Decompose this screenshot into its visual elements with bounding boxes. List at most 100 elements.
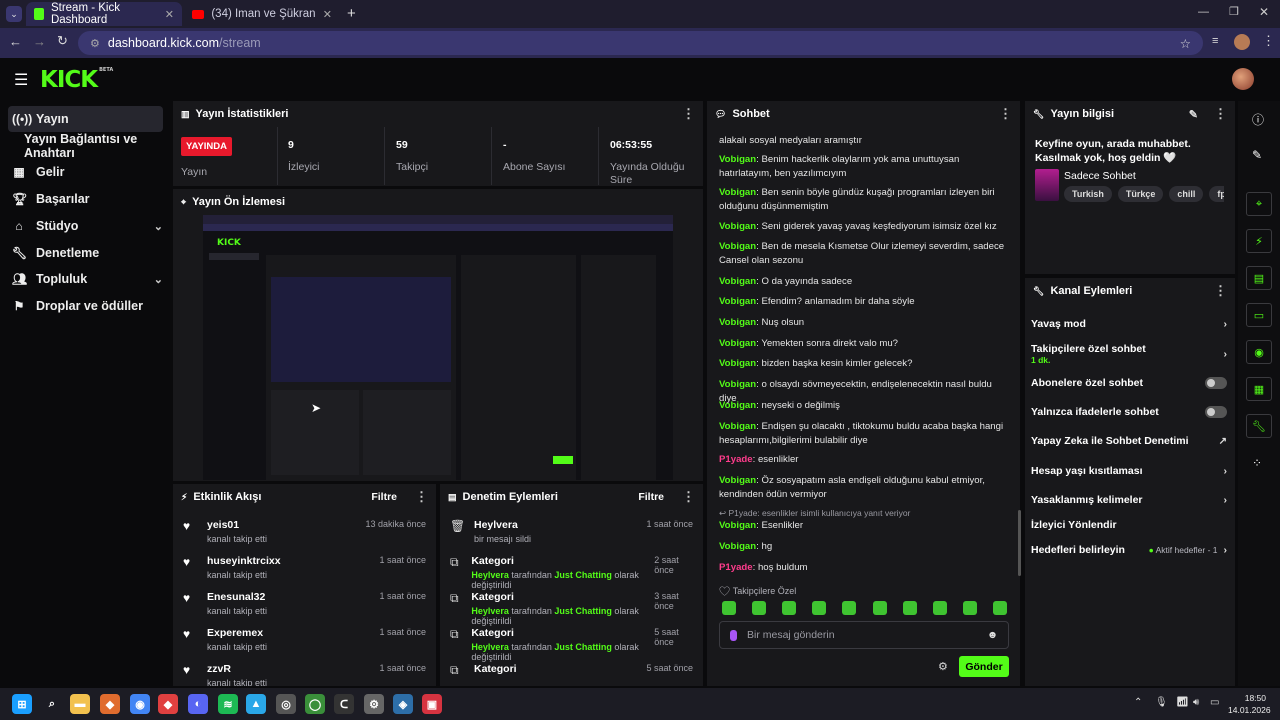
tab-kick-dashboard[interactable]: Stream - Kick Dashboard ✕ (26, 2, 182, 26)
chat-username[interactable]: P1yade (719, 562, 753, 573)
chat-username[interactable]: Vobigan (719, 276, 756, 287)
send-button[interactable]: Gönder (959, 656, 1009, 677)
spotify-icon[interactable]: ≋ (218, 694, 238, 714)
settings-icon[interactable]: ⚙ (364, 694, 384, 714)
more-options-icon[interactable]: ⋮ (415, 489, 428, 505)
emote-icon[interactable] (812, 601, 827, 615)
emote-icon[interactable] (962, 601, 977, 615)
chat-username[interactable]: Vobigan (719, 317, 756, 328)
chat-username[interactable]: Vobigan (719, 541, 756, 552)
ai-moderation-row[interactable]: Yapay Zeka ile Sohbet Denetimi ↗ (1031, 435, 1227, 447)
forward-icon[interactable]: → (33, 34, 46, 49)
follower-name[interactable]: Experemex (207, 627, 267, 639)
new-tab-icon[interactable]: + (347, 5, 356, 22)
emote-icon[interactable] (902, 601, 917, 615)
discord-icon[interactable]: ◐ (188, 694, 208, 714)
chat-username[interactable]: Vobigan (719, 241, 756, 252)
category-link[interactable]: Just Chatting (554, 642, 612, 652)
chat-username[interactable]: Vobigan (719, 338, 756, 349)
app-icon[interactable]: ◆ (158, 694, 178, 714)
reload-icon[interactable]: ↻ (57, 33, 68, 49)
chat-username[interactable]: Vobigan (719, 187, 756, 198)
sidebar-item-basarilar[interactable]: 🏆︎ Başarılar (8, 186, 163, 212)
wifi-icon[interactable]: 📶︎ (1176, 697, 1189, 708)
layout-dots-icon[interactable]: ⁘ (1252, 456, 1262, 470)
app-icon[interactable]: ◈ (393, 694, 413, 714)
chat-username[interactable]: Vobigan (719, 400, 756, 411)
rail-button-focus[interactable]: ⌖ (1246, 192, 1272, 216)
emote-icon[interactable] (752, 601, 767, 615)
chat-username[interactable]: Vobigan (719, 154, 756, 165)
maximize-icon[interactable]: ❐ (1229, 5, 1239, 18)
app-icon[interactable]: ◎ (276, 694, 296, 714)
emote-icon[interactable] (782, 601, 797, 615)
app-icon[interactable]: ◆ (100, 694, 120, 714)
volume-icon[interactable]: 🔊︎ (1193, 697, 1199, 708)
file-explorer-icon[interactable]: ▬ (70, 694, 90, 714)
chat-username[interactable]: P1yade (719, 454, 753, 465)
more-options-icon[interactable]: ⋮ (682, 106, 695, 122)
clock[interactable]: 18:50 14.01.2026 (1228, 693, 1271, 715)
chat-username[interactable]: Vobigan (719, 358, 756, 369)
chat-username[interactable]: Vobigan (719, 221, 756, 232)
back-icon[interactable]: ← (9, 34, 22, 49)
account-age-row[interactable]: Hesap yaşı kısıtlaması › (1031, 465, 1227, 477)
sidebar-item-topluluk[interactable]: 👥︎ Topluluk ⌄ (8, 266, 163, 292)
tag-chip[interactable]: Turkish (1064, 186, 1112, 202)
edit-pencil-icon[interactable]: ✎ (1189, 108, 1198, 121)
chat-username[interactable]: Vobigan (719, 421, 756, 432)
follower-name[interactable]: Enesunal32 (207, 591, 267, 603)
more-options-icon[interactable]: ⋮ (999, 106, 1012, 122)
rail-button-wrench[interactable]: 🔧︎ (1246, 414, 1272, 438)
sidebar-item-denetleme[interactable]: 🔧︎ Denetleme (8, 240, 163, 266)
tag-chip[interactable]: Türkçe (1117, 186, 1164, 202)
more-options-icon[interactable]: ⋮ (1214, 283, 1227, 299)
site-info-icon[interactable]: ⚙ (90, 37, 100, 50)
rail-button-log[interactable]: ▤ (1246, 266, 1272, 290)
category-thumbnail[interactable] (1035, 169, 1059, 201)
kick-logo[interactable]: KICK BETA (40, 67, 113, 93)
chat-username[interactable]: Vobigan (719, 520, 756, 531)
rail-button-panels[interactable]: ▦ (1246, 377, 1272, 401)
category-link[interactable]: Just Chatting (554, 570, 612, 580)
profile-avatar[interactable] (1234, 34, 1250, 50)
more-options-icon[interactable]: ⋮ (1214, 106, 1227, 122)
chat-username[interactable]: Vobigan (719, 475, 756, 486)
close-tab-icon[interactable]: ✕ (323, 8, 332, 21)
follower-name[interactable]: zzvR (207, 663, 267, 675)
sidebar-item-yayin[interactable]: ((•)) Yayın (8, 106, 163, 132)
emote-icon[interactable] (842, 601, 857, 615)
chat-scrollbar[interactable] (1018, 510, 1021, 576)
bookmark-star-icon[interactable]: ☆ (1180, 36, 1191, 51)
chat-input[interactable]: Bir mesaj gönderin ☻ (719, 621, 1009, 649)
followers-only-row[interactable]: Takipçilere özel sohbet 1 dk. › (1031, 343, 1227, 365)
follower-name[interactable]: yeis01 (207, 519, 267, 531)
sidebar-item-studyo[interactable]: ⌂ Stüdyo ⌄ (8, 213, 163, 239)
minimize-icon[interactable]: — (1198, 6, 1209, 18)
emote-icon[interactable] (722, 601, 736, 615)
emote-icon[interactable] (872, 601, 887, 615)
search-icon[interactable]: ⌕ (42, 694, 62, 714)
chat-username[interactable]: Vobigan (719, 296, 756, 307)
emotes-only-toggle[interactable] (1205, 406, 1227, 418)
user-avatar[interactable] (1232, 68, 1254, 90)
filter-button[interactable]: Filtre (638, 491, 664, 503)
app-icon[interactable]: ◯ (305, 694, 325, 714)
preview-video[interactable]: KICK ➤ (203, 215, 673, 480)
photos-icon[interactable]: ▲ (246, 694, 266, 714)
tag-chip[interactable]: fps (1209, 186, 1224, 202)
rail-button-lightning[interactable]: ⚡︎ (1246, 229, 1272, 253)
close-tab-icon[interactable]: ✕ (165, 8, 174, 21)
app-icon[interactable]: ▣ (422, 694, 442, 714)
tab-search-icon[interactable]: ⌄ (6, 6, 22, 22)
mod-user[interactable]: Heylvera (471, 570, 509, 580)
rail-button-broadcast[interactable]: ◉ (1246, 340, 1272, 364)
info-icon[interactable]: ⓘ (1252, 111, 1264, 128)
goals-row[interactable]: Hedefleri belirleyin ● Aktif hedefler - 1… (1031, 544, 1227, 556)
chat-settings-icon[interactable]: ⚙ (938, 660, 948, 673)
microphone-icon[interactable] (730, 629, 737, 641)
tray-overflow-icon[interactable]: ⌃ (1134, 697, 1142, 708)
emote-icon[interactable] (932, 601, 947, 615)
address-bar[interactable]: ⚙ dashboard.kick.com/stream ☆ (78, 31, 1203, 55)
rail-button-chat[interactable]: ▭ (1246, 303, 1272, 327)
